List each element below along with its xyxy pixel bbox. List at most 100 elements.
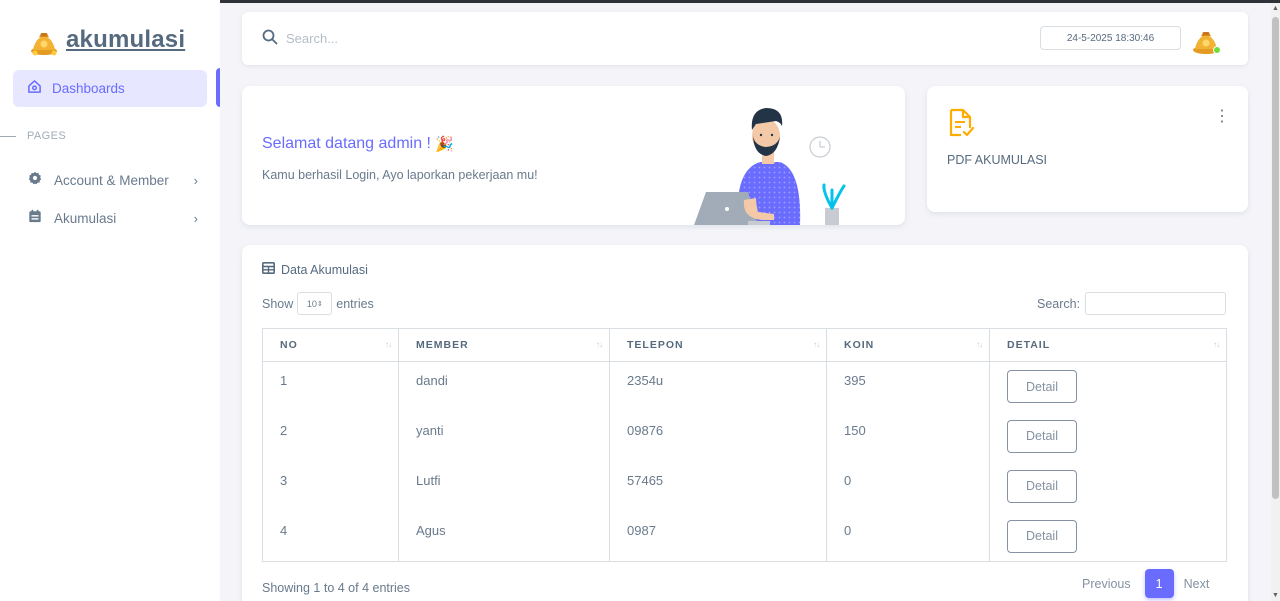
gear-icon <box>28 171 42 190</box>
cell-telepon: 0987 <box>609 511 827 562</box>
cell-koin: 395 <box>826 361 990 412</box>
page-length-select[interactable]: 10 ⇕ <box>297 292 333 315</box>
welcome-card: Selamat datang admin ! 🎉 Kamu berhasil L… <box>242 86 905 225</box>
cell-telepon: 09876 <box>609 411 827 462</box>
document-check-icon <box>947 108 975 143</box>
pdf-akumulasi-card[interactable]: ⋮ PDF AKUMULASI <box>927 86 1248 212</box>
chevron-right-icon: › <box>193 210 198 226</box>
detail-button[interactable]: Detail <box>1007 519 1077 553</box>
detail-button[interactable]: Detail <box>1007 469 1077 503</box>
show-label: Show <box>262 296 294 311</box>
section-header-label: PAGES <box>27 130 67 142</box>
table-row: 3 Lutfi 57465 0 Detail <box>262 461 1227 512</box>
cell-no: 3 <box>262 461 399 512</box>
sidebar-item-label: Account & Member <box>54 172 169 188</box>
table-info: Showing 1 to 4 of 4 entries <box>262 581 411 595</box>
scrollbar-thumb[interactable] <box>1272 17 1279 499</box>
cell-member: dandi <box>398 361 610 412</box>
select-arrows-icon: ⇕ <box>316 300 323 308</box>
welcome-title: Selamat datang admin ! 🎉 <box>262 135 454 153</box>
brand-logo-icon <box>28 24 60 56</box>
more-options-icon[interactable]: ⋮ <box>1214 109 1230 125</box>
column-header-label: NO <box>280 339 298 351</box>
calendar-icon <box>28 209 42 228</box>
cell-no: 1 <box>262 361 399 412</box>
next-page-button[interactable]: Next <box>1184 577 1210 591</box>
previous-page-button[interactable]: Previous <box>1082 577 1131 591</box>
scroll-up-icon[interactable]: ▲ <box>1272 5 1279 12</box>
page-scrollbar[interactable]: ▲ ▼ <box>1271 3 1280 601</box>
cell-detail: Detail <box>989 511 1227 562</box>
cell-detail: Detail <box>989 461 1227 512</box>
detail-button[interactable]: Detail <box>1007 370 1077 403</box>
cell-no: 2 <box>262 411 399 462</box>
welcome-message: Kamu berhasil Login, Ayo laporkan pekerj… <box>262 168 538 182</box>
column-header-label: DETAIL <box>1007 339 1051 351</box>
avatar[interactable] <box>1190 23 1222 55</box>
table-card-header: Data Akumulasi <box>262 262 368 277</box>
section-divider <box>0 135 16 137</box>
sidebar-item-dashboards[interactable]: Dashboards <box>13 70 207 107</box>
welcome-heading: Selamat datang admin ! <box>262 135 431 152</box>
column-header-label: TELEPON <box>627 339 684 351</box>
cell-member: Agus <box>398 511 610 562</box>
home-icon <box>27 79 42 99</box>
man-with-laptop-illustration <box>692 100 852 225</box>
sidebar: akumulasi Dashboards PAGES Account & Mem… <box>0 0 220 601</box>
cell-telepon: 57465 <box>609 461 827 512</box>
online-status-dot <box>1213 46 1221 54</box>
party-popper-icon: 🎉 <box>435 136 454 153</box>
cell-telepon: 2354u <box>609 361 827 412</box>
table-search-input[interactable] <box>1085 292 1227 315</box>
table-header-row: NO ↑↓ MEMBER ↑↓ TELEPON ↑↓ KOIN ↑↓ DETAIL ↑↓ <box>262 328 1227 362</box>
sort-icon: ↑↓ <box>1213 340 1220 349</box>
sidebar-item-akumulasi[interactable]: Akumulasi › <box>28 206 198 230</box>
table-icon <box>262 262 275 277</box>
cell-member: Lutfi <box>398 461 610 512</box>
column-header-member[interactable]: MEMBER ↑↓ <box>398 328 610 362</box>
column-header-telepon[interactable]: TELEPON ↑↓ <box>609 328 827 362</box>
scroll-down-icon[interactable]: ▼ <box>1272 592 1279 599</box>
table-search: Search: <box>1037 292 1227 315</box>
column-header-label: KOIN <box>844 339 875 351</box>
pdf-card-title: PDF AKUMULASI <box>947 153 1048 167</box>
cell-detail: Detail <box>989 361 1227 412</box>
cell-detail: Detail <box>989 411 1227 462</box>
data-akumulasi-card: Data Akumulasi Show 10 ⇕ entries Search: … <box>242 245 1248 601</box>
data-table: NO ↑↓ MEMBER ↑↓ TELEPON ↑↓ KOIN ↑↓ DETAIL ↑↓ … <box>262 328 1227 562</box>
pagination: Previous 1 Next <box>1082 569 1209 598</box>
sidebar-item-label: Dashboards <box>52 81 125 96</box>
brand-name: akumulasi <box>66 26 186 53</box>
active-indicator <box>216 68 220 107</box>
cell-koin: 0 <box>826 461 990 512</box>
column-header-no[interactable]: NO ↑↓ <box>262 328 399 362</box>
detail-button[interactable]: Detail <box>1007 419 1077 453</box>
cell-no: 4 <box>262 511 399 562</box>
table-row: 1 dandi 2354u 395 Detail <box>262 361 1227 412</box>
table-card-title: Data Akumulasi <box>281 262 368 277</box>
entries-label: entries <box>336 296 374 311</box>
brand[interactable]: akumulasi <box>28 24 185 56</box>
table-search-label: Search: <box>1037 296 1081 311</box>
sort-icon: ↑↓ <box>976 340 983 349</box>
sort-icon: ↑↓ <box>596 340 603 349</box>
column-header-detail[interactable]: DETAIL ↑↓ <box>989 328 1227 362</box>
sidebar-item-label: Akumulasi <box>54 210 117 226</box>
page-button-current[interactable]: 1 <box>1144 569 1174 598</box>
cell-koin: 0 <box>826 511 990 562</box>
datetime-display: 24-5-2025 18:30:46 <box>1040 26 1181 50</box>
sidebar-item-account-member[interactable]: Account & Member › <box>28 168 198 192</box>
chevron-right-icon: › <box>193 172 198 188</box>
page-length-value: 10 <box>306 298 317 309</box>
page-length-control: Show 10 ⇕ entries <box>262 292 374 315</box>
column-header-label: MEMBER <box>416 339 469 351</box>
search-icon <box>262 29 278 50</box>
top-navbar: 24-5-2025 18:30:46 <box>242 12 1248 65</box>
sort-icon: ↑↓ <box>813 340 820 349</box>
sort-icon: ↑↓ <box>385 340 392 349</box>
cell-koin: 150 <box>826 411 990 462</box>
cell-member: yanti <box>398 411 610 462</box>
search-input[interactable] <box>286 27 506 49</box>
column-header-koin[interactable]: KOIN ↑↓ <box>826 328 990 362</box>
table-row: 2 yanti 09876 150 Detail <box>262 411 1227 462</box>
